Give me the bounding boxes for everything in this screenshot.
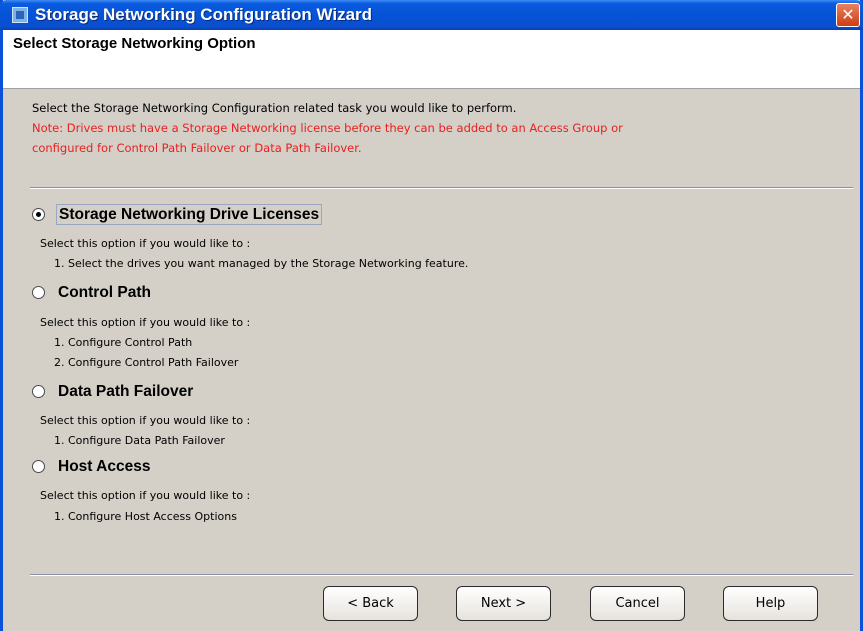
instruction-text: Select the Storage Networking Configurat… bbox=[32, 101, 517, 115]
option-intro: Select this option if you would like to … bbox=[40, 316, 251, 329]
note-text-line-1: Note: Drives must have a Storage Network… bbox=[32, 121, 623, 135]
option-item: 1. Configure Data Path Failover bbox=[54, 434, 225, 447]
option-label[interactable]: Host Access bbox=[56, 457, 152, 476]
note-text-line-2: configured for Control Path Failover or … bbox=[32, 141, 362, 155]
radio-control-path[interactable] bbox=[32, 286, 45, 299]
bottom-divider bbox=[30, 574, 853, 576]
wizard-header: Select Storage Networking Option bbox=[3, 30, 860, 89]
window-title: Storage Networking Configuration Wizard bbox=[35, 5, 373, 24]
option-label[interactable]: Storage Networking Drive Licenses bbox=[56, 204, 323, 225]
radio-drive-licenses[interactable] bbox=[32, 208, 45, 221]
cancel-button[interactable]: Cancel bbox=[590, 586, 685, 621]
option-item: 1. Configure Host Access Options bbox=[54, 510, 237, 523]
next-button[interactable]: Next > bbox=[456, 586, 551, 621]
wizard-window: Storage Networking Configuration Wizard … bbox=[0, 0, 863, 631]
option-item: 1. Select the drives you want managed by… bbox=[54, 257, 469, 270]
page-title: Select Storage Networking Option bbox=[13, 35, 256, 52]
close-icon: ✕ bbox=[841, 5, 855, 24]
top-divider bbox=[30, 187, 853, 189]
close-button[interactable]: ✕ bbox=[836, 3, 860, 27]
option-label[interactable]: Control Path bbox=[56, 283, 153, 302]
option-intro: Select this option if you would like to … bbox=[40, 414, 251, 427]
title-bar[interactable]: Storage Networking Configuration Wizard … bbox=[0, 0, 863, 30]
option-intro: Select this option if you would like to … bbox=[40, 489, 251, 502]
back-button[interactable]: < Back bbox=[323, 586, 418, 621]
option-intro: Select this option if you would like to … bbox=[40, 237, 251, 250]
option-item: 1. Configure Control Path bbox=[54, 336, 193, 349]
option-label[interactable]: Data Path Failover bbox=[56, 382, 195, 401]
radio-data-path-failover[interactable] bbox=[32, 385, 45, 398]
radio-host-access[interactable] bbox=[32, 460, 45, 473]
option-item: 2. Configure Control Path Failover bbox=[54, 356, 239, 369]
help-button[interactable]: Help bbox=[723, 586, 818, 621]
app-icon bbox=[12, 7, 28, 23]
